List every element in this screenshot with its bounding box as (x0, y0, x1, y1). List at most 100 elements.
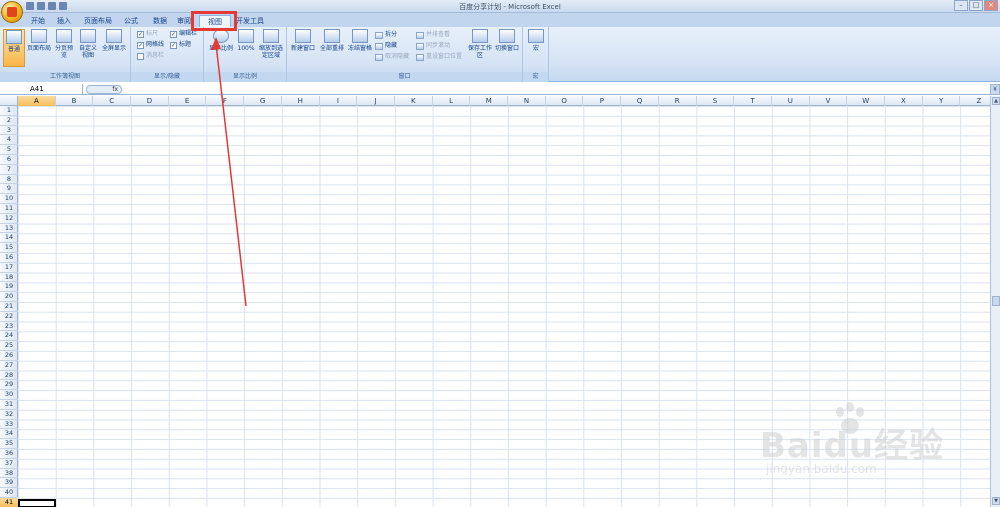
formula-bar-checkbox[interactable]: ✓ 编辑栏 (170, 30, 197, 38)
column-header[interactable]: C (93, 96, 132, 106)
row-header[interactable]: 11 (0, 204, 18, 214)
row-header[interactable]: 28 (0, 371, 18, 381)
column-header[interactable]: P (584, 96, 622, 106)
ruler-checkbox[interactable]: ✓ 标尺 (137, 30, 158, 38)
column-header[interactable]: U (772, 96, 810, 106)
row-header[interactable]: 15 (0, 243, 18, 253)
column-header[interactable]: H (282, 96, 320, 106)
row-header[interactable]: 35 (0, 439, 18, 449)
row-header[interactable]: 25 (0, 341, 18, 351)
column-header[interactable]: N (508, 96, 546, 106)
row-header[interactable]: 14 (0, 233, 18, 244)
row-header[interactable]: 4 (0, 135, 18, 146)
column-header[interactable]: S (697, 96, 735, 106)
row-header[interactable]: 12 (0, 214, 18, 224)
zoom-100-button[interactable]: 100% (236, 29, 256, 67)
column-header[interactable]: R (659, 96, 697, 106)
row-header[interactable]: 36 (0, 449, 18, 459)
scroll-down-icon[interactable]: ▼ (992, 497, 1000, 505)
redo-icon[interactable] (48, 2, 56, 10)
column-header[interactable]: X (885, 96, 923, 106)
vertical-scrollbar[interactable]: ▲ ▼ (990, 96, 1000, 507)
column-header[interactable]: F (207, 96, 245, 106)
column-header[interactable]: A (18, 96, 56, 106)
new-window-button[interactable]: 新建窗口 (289, 29, 317, 67)
undo-icon[interactable] (37, 2, 45, 10)
tab-home[interactable]: 开始 (26, 15, 50, 27)
row-header[interactable]: 1 (0, 106, 18, 116)
row-header[interactable]: 8 (0, 175, 18, 185)
zoom-to-selection-button[interactable]: 缩放到选定区域 (257, 29, 285, 67)
save-workspace-button[interactable]: 保存工作区 (468, 29, 492, 67)
custom-view-button[interactable]: 自定义视图 (77, 29, 99, 67)
row-header[interactable]: 40 (0, 488, 18, 498)
tab-developer[interactable]: 开发工具 (234, 15, 266, 27)
row-header[interactable]: 7 (0, 165, 18, 175)
row-header[interactable]: 41 (0, 498, 18, 507)
row-header[interactable]: 30 (0, 390, 18, 400)
hide-button[interactable]: 隐藏 (375, 42, 397, 50)
reset-window-position-button[interactable]: 重设窗口位置 (416, 53, 462, 61)
row-header[interactable]: 39 (0, 478, 18, 489)
insert-function-button[interactable]: fx (86, 85, 122, 94)
normal-view-button[interactable]: 普通 (3, 29, 25, 67)
column-header[interactable]: Y (923, 96, 961, 106)
headings-checkbox[interactable]: ✓ 标题 (170, 41, 191, 49)
row-header[interactable]: 31 (0, 400, 18, 410)
freeze-panes-button[interactable]: 冻结窗格 (347, 29, 373, 67)
row-header[interactable]: 23 (0, 322, 18, 332)
row-header[interactable]: 21 (0, 302, 18, 312)
split-button[interactable]: 拆分 (375, 31, 397, 39)
page-break-preview-button[interactable]: 分页预览 (53, 29, 75, 67)
column-header[interactable]: V (810, 96, 848, 106)
row-header[interactable]: 32 (0, 410, 18, 420)
row-header[interactable]: 27 (0, 361, 18, 371)
row-header[interactable]: 3 (0, 126, 18, 136)
row-header[interactable]: 29 (0, 380, 18, 391)
tab-formulas[interactable]: 公式 (119, 15, 143, 27)
close-button[interactable]: × (984, 0, 998, 11)
row-header[interactable]: 20 (0, 292, 18, 302)
maximize-button[interactable]: □ (969, 0, 983, 11)
gridlines-checkbox[interactable]: ✓ 网格线 (137, 41, 164, 49)
row-header[interactable]: 10 (0, 194, 18, 204)
active-cell[interactable] (18, 499, 56, 507)
tab-data[interactable]: 数据 (148, 15, 172, 27)
save-icon[interactable] (26, 2, 34, 10)
macros-button[interactable]: 宏 (527, 29, 545, 67)
name-box[interactable]: A41 (0, 84, 83, 95)
row-header[interactable]: 26 (0, 351, 18, 361)
column-header[interactable]: O (546, 96, 584, 106)
minimize-button[interactable]: – (954, 0, 968, 11)
page-layout-view-button[interactable]: 页面布局 (26, 29, 52, 67)
row-header[interactable]: 33 (0, 420, 18, 430)
row-header[interactable]: 13 (0, 224, 18, 234)
row-header[interactable]: 34 (0, 429, 18, 440)
print-icon[interactable] (59, 2, 67, 10)
message-bar-checkbox[interactable]: 消息栏 (137, 52, 164, 60)
tab-page-layout[interactable]: 页面布局 (80, 15, 116, 27)
row-header[interactable]: 2 (0, 116, 18, 126)
column-header[interactable]: M (470, 96, 509, 106)
row-header[interactable]: 6 (0, 155, 18, 165)
row-header[interactable]: 16 (0, 253, 18, 263)
scroll-thumb[interactable] (992, 296, 1000, 306)
switch-windows-button[interactable]: 切换窗口 (493, 29, 521, 67)
column-header[interactable]: Q (621, 96, 659, 106)
column-header[interactable]: W (847, 96, 886, 106)
formula-input[interactable] (124, 84, 988, 95)
zoom-button[interactable]: 显示比例 (207, 29, 235, 67)
column-header[interactable]: L (433, 96, 471, 106)
column-header[interactable]: E (169, 96, 207, 106)
unhide-button[interactable]: 取消隐藏 (375, 53, 409, 61)
row-header[interactable]: 18 (0, 273, 18, 283)
column-header[interactable]: D (131, 96, 169, 106)
expand-formula-bar-button[interactable]: ¥ (990, 84, 1000, 95)
column-header[interactable]: T (734, 96, 772, 106)
office-button[interactable] (1, 1, 23, 23)
row-header[interactable]: 5 (0, 145, 18, 155)
full-screen-button[interactable]: 全屏显示 (100, 29, 128, 67)
column-header[interactable]: K (395, 96, 433, 106)
column-header[interactable]: B (56, 96, 94, 106)
scroll-up-icon[interactable]: ▲ (992, 97, 1000, 105)
